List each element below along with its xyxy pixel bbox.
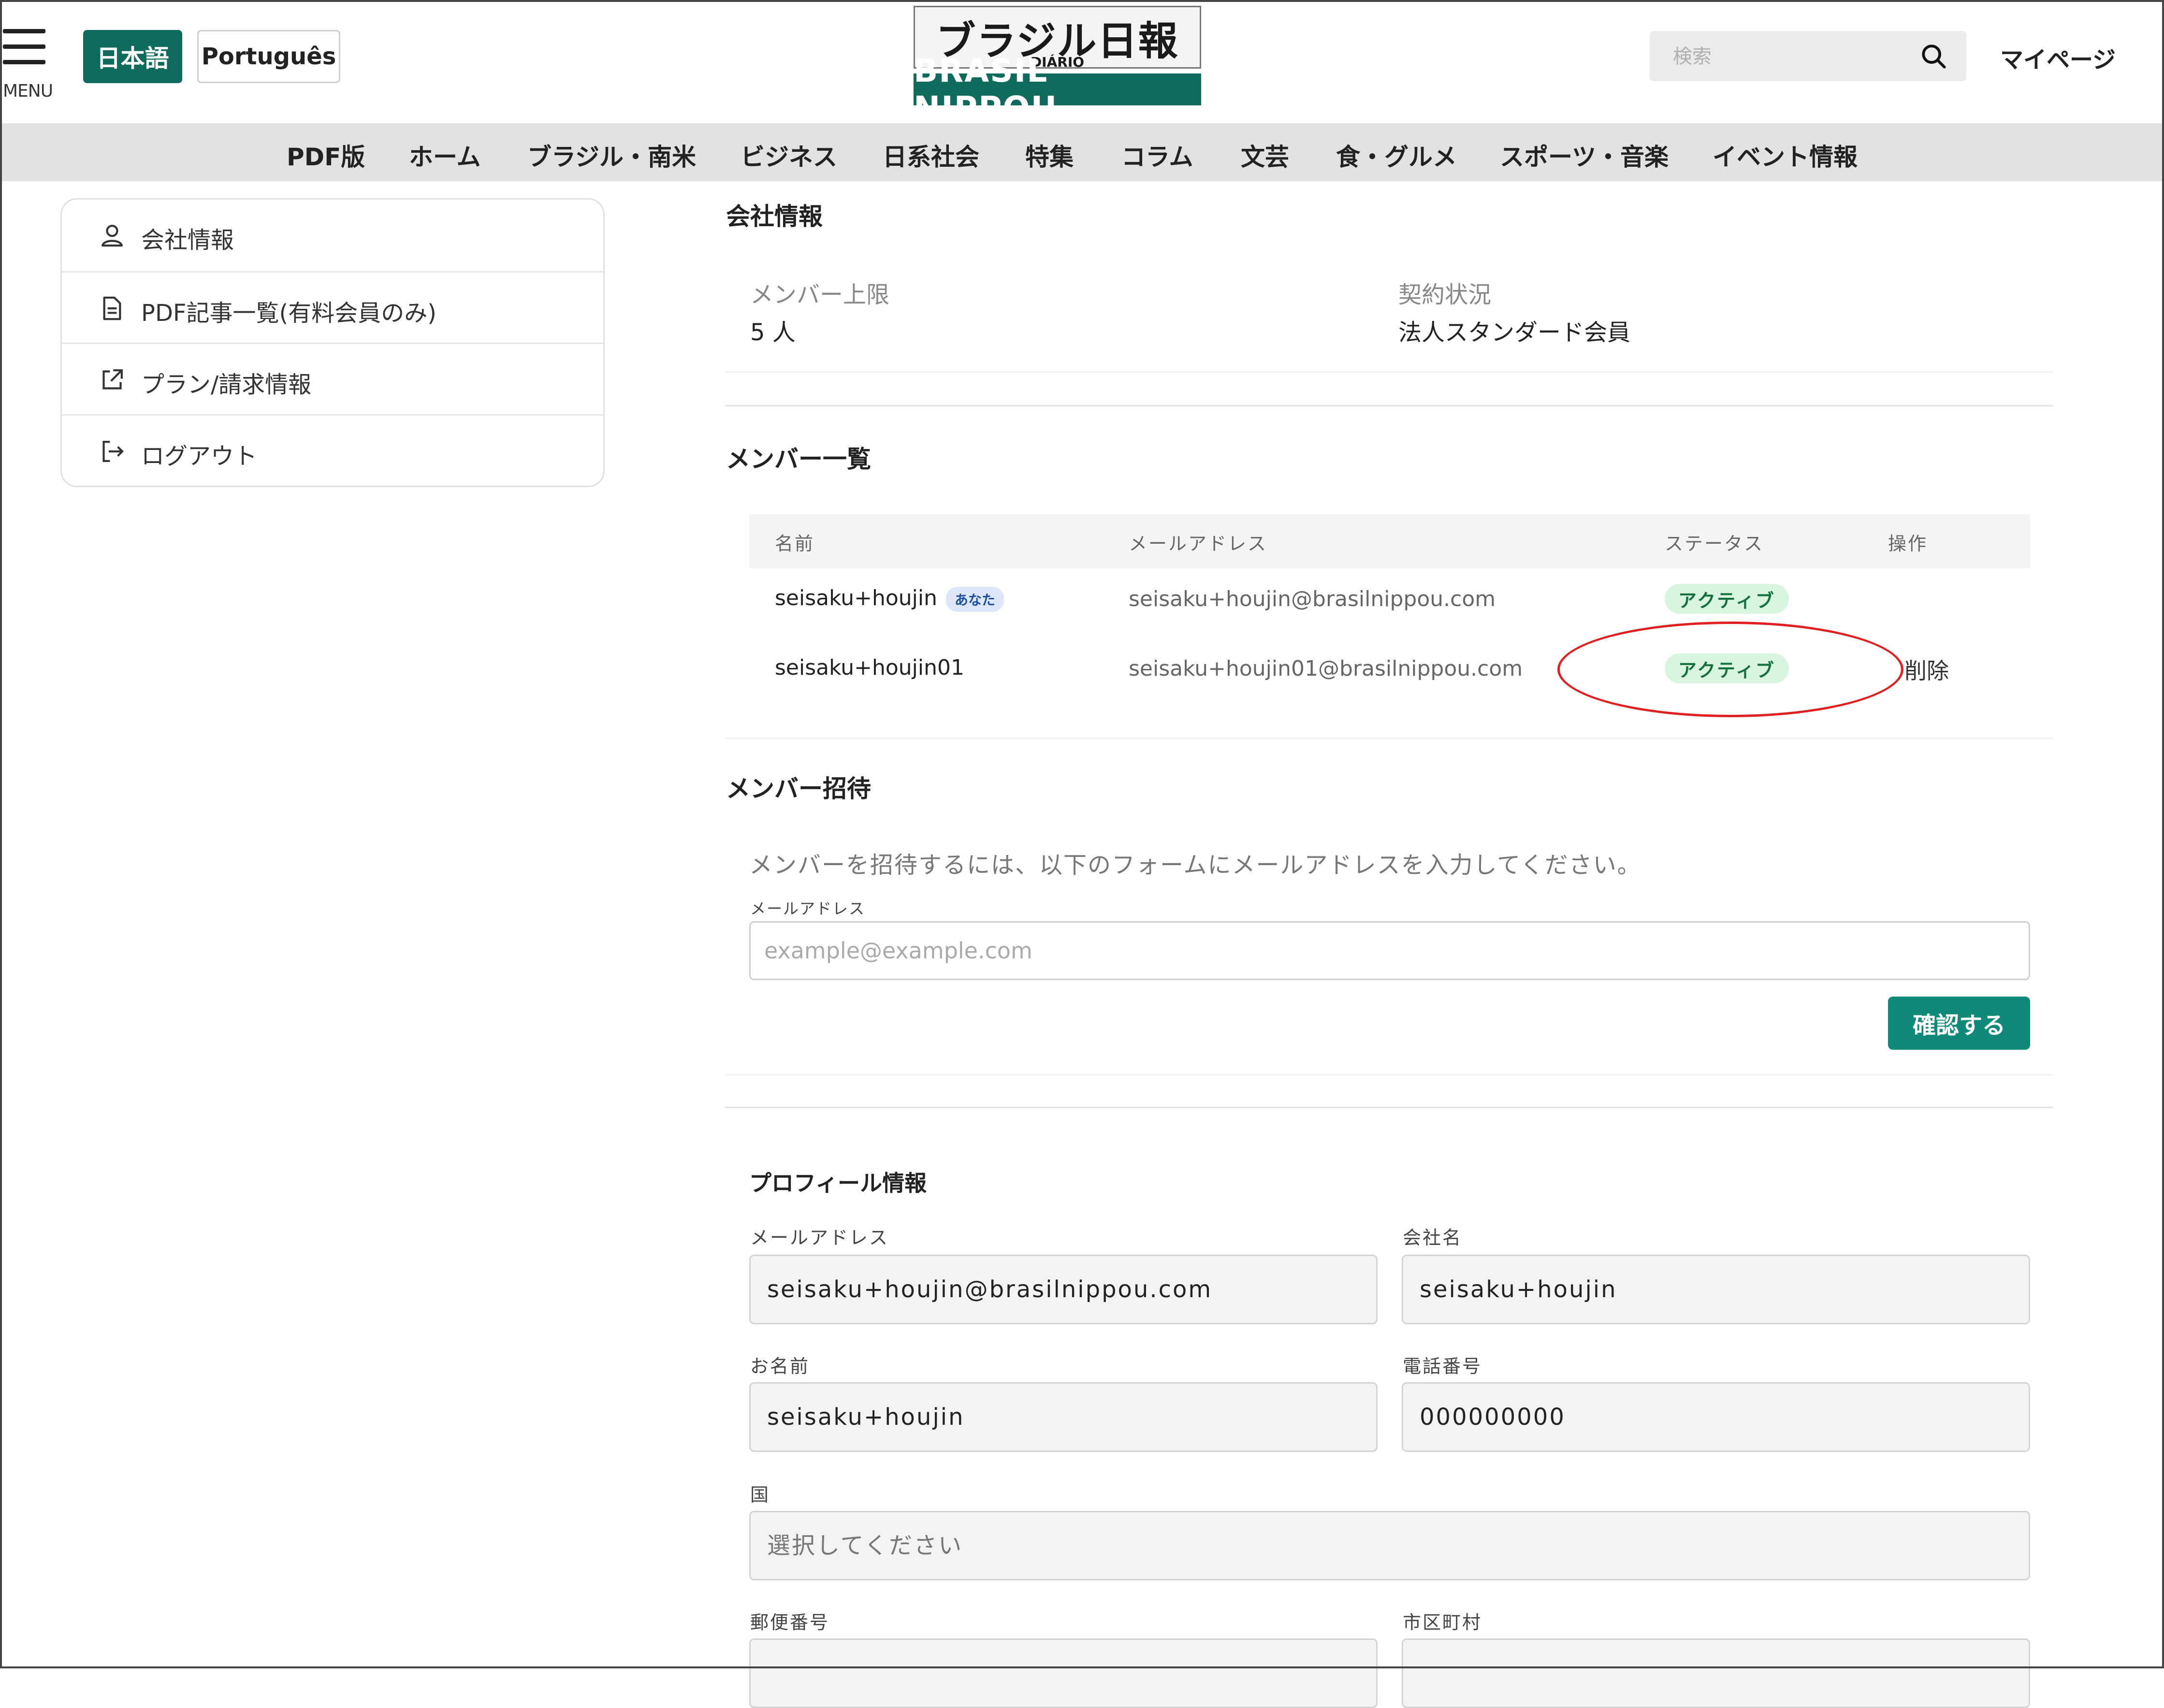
hamburger-icon-bar — [3, 44, 45, 49]
divider — [725, 1107, 2053, 1108]
language-japanese-button[interactable]: 日本語 — [83, 30, 182, 83]
profile-phone-label: 電話番号 — [1403, 1356, 1482, 1377]
divider — [725, 371, 2053, 373]
member-list-title: メンバー一覧 — [726, 445, 871, 473]
invite-description: メンバーを招待するには、以下のフォームにメールアドレスを入力してください。 — [749, 852, 1641, 879]
delete-member-button[interactable]: 削除 — [1904, 653, 1949, 685]
mypage-link[interactable]: マイページ — [2000, 41, 2116, 74]
menu-label: MENU — [3, 81, 53, 101]
divider — [725, 738, 2053, 739]
site-logo[interactable]: ブラジル日報 DIÁRIO BRASIL NIPPOU — [914, 6, 1201, 127]
hamburger-icon-bar — [3, 60, 45, 64]
main-nav: PDF版 ホーム ブラジル・南米 ビジネス 日系社会 特集 コラム 文芸 食・グ… — [0, 123, 2164, 181]
menu-button[interactable]: MENU — [3, 29, 53, 101]
you-badge: あなた — [946, 587, 1004, 612]
country-select[interactable] — [749, 1511, 2030, 1580]
sidebar-item-logout[interactable]: ログアウト — [62, 414, 603, 487]
nav-item-pdf[interactable]: PDF版 — [287, 138, 365, 173]
hamburger-icon — [3, 29, 45, 33]
nav-item-events[interactable]: イベント情報 — [1713, 138, 1858, 173]
member-email: seisaku+houjin@brasilnippou.com — [1129, 587, 1496, 611]
invite-email-field[interactable] — [749, 921, 2030, 980]
sidebar-item-plan-billing[interactable]: プラン/請求情報 — [62, 343, 603, 416]
member-name: seisaku+houjin あなた — [775, 586, 1004, 612]
sidebar-item-company[interactable]: 会社情報 — [62, 200, 603, 271]
invite-email-label: メールアドレス — [750, 899, 866, 918]
profile-company-field[interactable] — [1402, 1255, 2030, 1324]
member-invite-title: メンバー招待 — [726, 775, 871, 803]
nav-item-business[interactable]: ビジネス — [741, 138, 837, 173]
nav-item-gourmet[interactable]: 食・グルメ — [1336, 138, 1457, 173]
member-limit-value: 5 人 — [750, 319, 796, 346]
profile-name-field[interactable] — [749, 1382, 1378, 1452]
nav-item-sports[interactable]: スポーツ・音楽 — [1500, 138, 1669, 173]
nav-item-nikkei[interactable]: 日系社会 — [883, 138, 979, 173]
column-header-status: ステータス — [1665, 533, 1764, 554]
profile-city-field[interactable] — [1402, 1638, 2030, 1708]
external-link-icon — [102, 369, 123, 390]
account-sidebar: 会社情報 PDF記事一覧(有料会員のみ) プラン/請求情報 ログアウト — [60, 198, 605, 487]
search-box — [1650, 31, 1966, 82]
profile-email-label: メールアドレス — [750, 1227, 889, 1248]
column-header-name: 名前 — [775, 533, 815, 554]
search-icon[interactable] — [1920, 43, 1948, 71]
logo-brand: BRASIL NIPPOU — [914, 52, 1201, 127]
profile-company-label: 会社名 — [1403, 1227, 1463, 1248]
profile-phone-field[interactable] — [1402, 1382, 2030, 1452]
nav-item-home[interactable]: ホーム — [409, 138, 481, 173]
sidebar-item-pdf-articles[interactable]: PDF記事一覧(有料会員のみ) — [62, 271, 603, 344]
status-badge: アクティブ — [1665, 653, 1789, 683]
nav-item-feature[interactable]: 特集 — [1025, 138, 1074, 173]
profile-name-label: お名前 — [750, 1356, 810, 1377]
sidebar-item-label: 会社情報 — [141, 227, 234, 254]
member-table-header — [749, 514, 2030, 568]
column-header-actions: 操作 — [1888, 533, 1928, 554]
sidebar-item-label: PDF記事一覧(有料会員のみ) — [141, 300, 436, 327]
profile-postal-label: 郵便番号 — [750, 1612, 830, 1633]
divider — [725, 405, 2053, 406]
column-header-email: メールアドレス — [1129, 533, 1268, 554]
profile-postal-field[interactable] — [749, 1638, 1378, 1708]
status-badge: アクティブ — [1665, 584, 1789, 614]
profile-city-label: 市区町村 — [1403, 1612, 1482, 1633]
member-email: seisaku+houjin01@brasilnippou.com — [1129, 656, 1523, 681]
contract-status-value: 法人スタンダード会員 — [1398, 319, 1631, 346]
language-portuguese-button[interactable]: Português — [197, 30, 340, 83]
sidebar-item-label: プラン/請求情報 — [141, 371, 312, 398]
nav-item-column[interactable]: コラム — [1121, 138, 1193, 173]
nav-item-brazil[interactable]: ブラジル・南米 — [527, 138, 696, 173]
member-name-text: seisaku+houjin — [775, 586, 938, 610]
company-info-title: 会社情報 — [726, 203, 823, 231]
contract-status-label: 契約状況 — [1398, 281, 1492, 308]
profile-info-title: プロフィール情報 — [749, 1170, 927, 1196]
divider — [725, 1074, 2053, 1075]
site-header: MENU 日本語 Português ブラジル日報 DIÁRIO BRASIL … — [0, 0, 2164, 127]
confirm-button[interactable]: 確認する — [1888, 997, 2030, 1050]
person-icon — [102, 225, 123, 247]
nav-item-literature[interactable]: 文芸 — [1241, 138, 1289, 173]
logout-icon — [102, 441, 124, 462]
member-limit-label: メンバー上限 — [750, 281, 890, 308]
search-input[interactable] — [1672, 31, 1906, 82]
profile-email-field[interactable] — [749, 1255, 1378, 1324]
document-icon — [103, 296, 121, 320]
member-name: seisaku+houjin01 — [775, 655, 965, 680]
profile-country-label: 国 — [750, 1484, 770, 1505]
sidebar-item-label: ログアウト — [141, 443, 258, 470]
